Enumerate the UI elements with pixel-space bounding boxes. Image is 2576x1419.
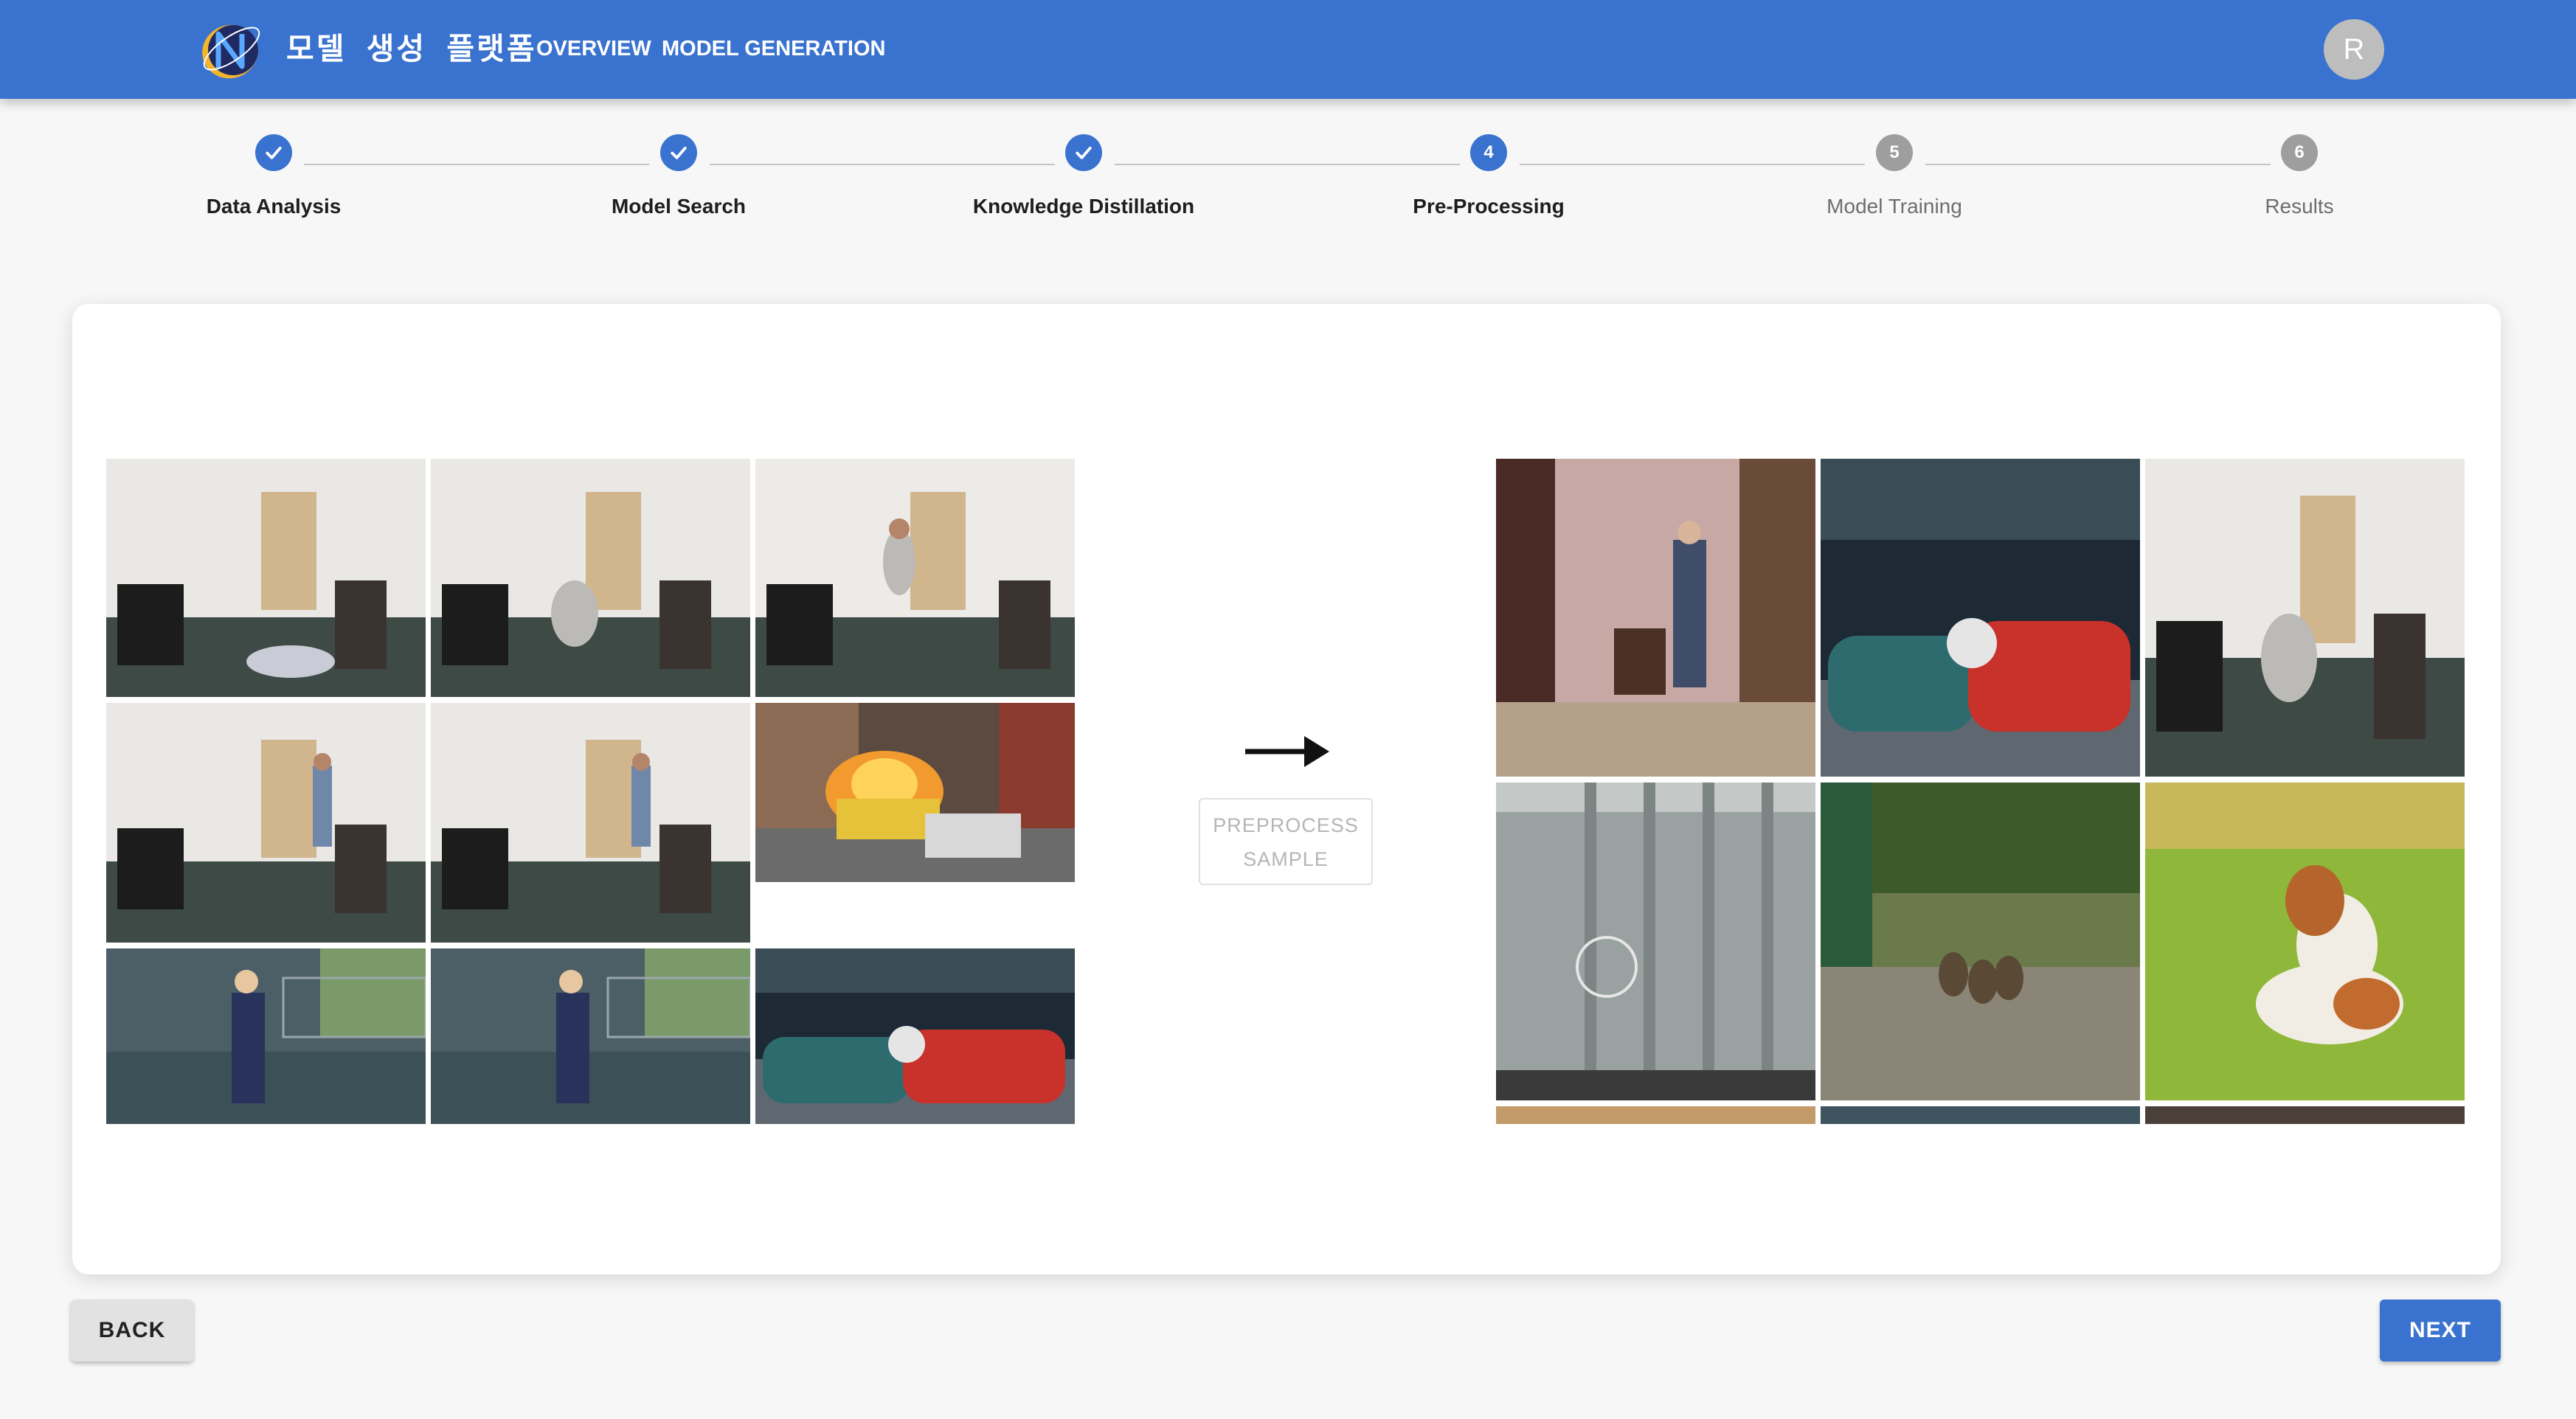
next-button[interactable]: NEXT [2380,1300,2501,1361]
preprocessing-card: PREPROCESS SAMPLE [72,304,2501,1274]
step-results[interactable]: 6 Results [2152,133,2447,221]
step-model-training[interactable]: 5 Model Training [1747,133,2042,221]
sample-image [2145,783,2465,1100]
nav-model-generation[interactable]: MODEL GENERATION [662,28,885,69]
step-number: 5 [1876,134,1913,171]
step-label: Results [2265,195,2334,218]
sample-image [1496,783,1815,1100]
step-model-search[interactable]: Model Search [531,133,826,221]
user-avatar[interactable]: R [2324,19,2384,80]
step-number: 4 [1470,134,1507,171]
step-pre-processing[interactable]: 4 Pre-Processing [1341,133,1636,221]
stepper: Data Analysis Model Search Knowledge Dis… [0,133,2576,251]
sample-image [1496,1106,1815,1124]
preprocess-sample-button[interactable]: PREPROCESS SAMPLE [1199,798,1373,885]
sample-image [2145,1106,2465,1124]
sample-image [1821,783,2140,1100]
step-label: Model Training [1827,195,1962,218]
step-label: Model Search [611,195,747,218]
sample-image [106,948,426,1124]
app-bar: 모델 생성 플랫폼 OVERVIEW MODEL GENERATION R [0,0,2576,99]
sample-image [431,459,750,697]
step-number: 6 [2281,134,2318,171]
check-icon [660,134,697,171]
input-sample-grid [106,459,1077,1124]
sample-image [431,948,750,1124]
back-button[interactable]: BACK [71,1300,193,1361]
nav-overview[interactable]: OVERVIEW [536,28,651,69]
sample-image [1496,459,1815,777]
platform-logo-icon[interactable] [196,15,267,86]
check-icon [255,134,292,171]
step-knowledge-distillation[interactable]: Knowledge Distillation [936,133,1231,221]
sample-image [1821,459,2140,777]
sample-image [755,948,1075,1124]
sample-image [755,703,1075,882]
sample-image [106,703,426,943]
output-sample-grid [1496,459,2467,1124]
sample-image [431,703,750,943]
app-title: 모델 생성 플랫폼 [286,31,537,66]
step-label: Data Analysis [206,195,342,218]
sample-image [755,459,1075,697]
arrow-right-icon [1245,736,1329,767]
sample-image [2145,459,2465,777]
sample-image [1821,1106,2140,1124]
step-data-analysis[interactable]: Data Analysis [126,133,421,221]
sample-image [106,459,426,697]
step-label: Knowledge Distillation [972,195,1195,218]
check-icon [1065,134,1102,171]
step-label: Pre-Processing [1413,195,1565,218]
